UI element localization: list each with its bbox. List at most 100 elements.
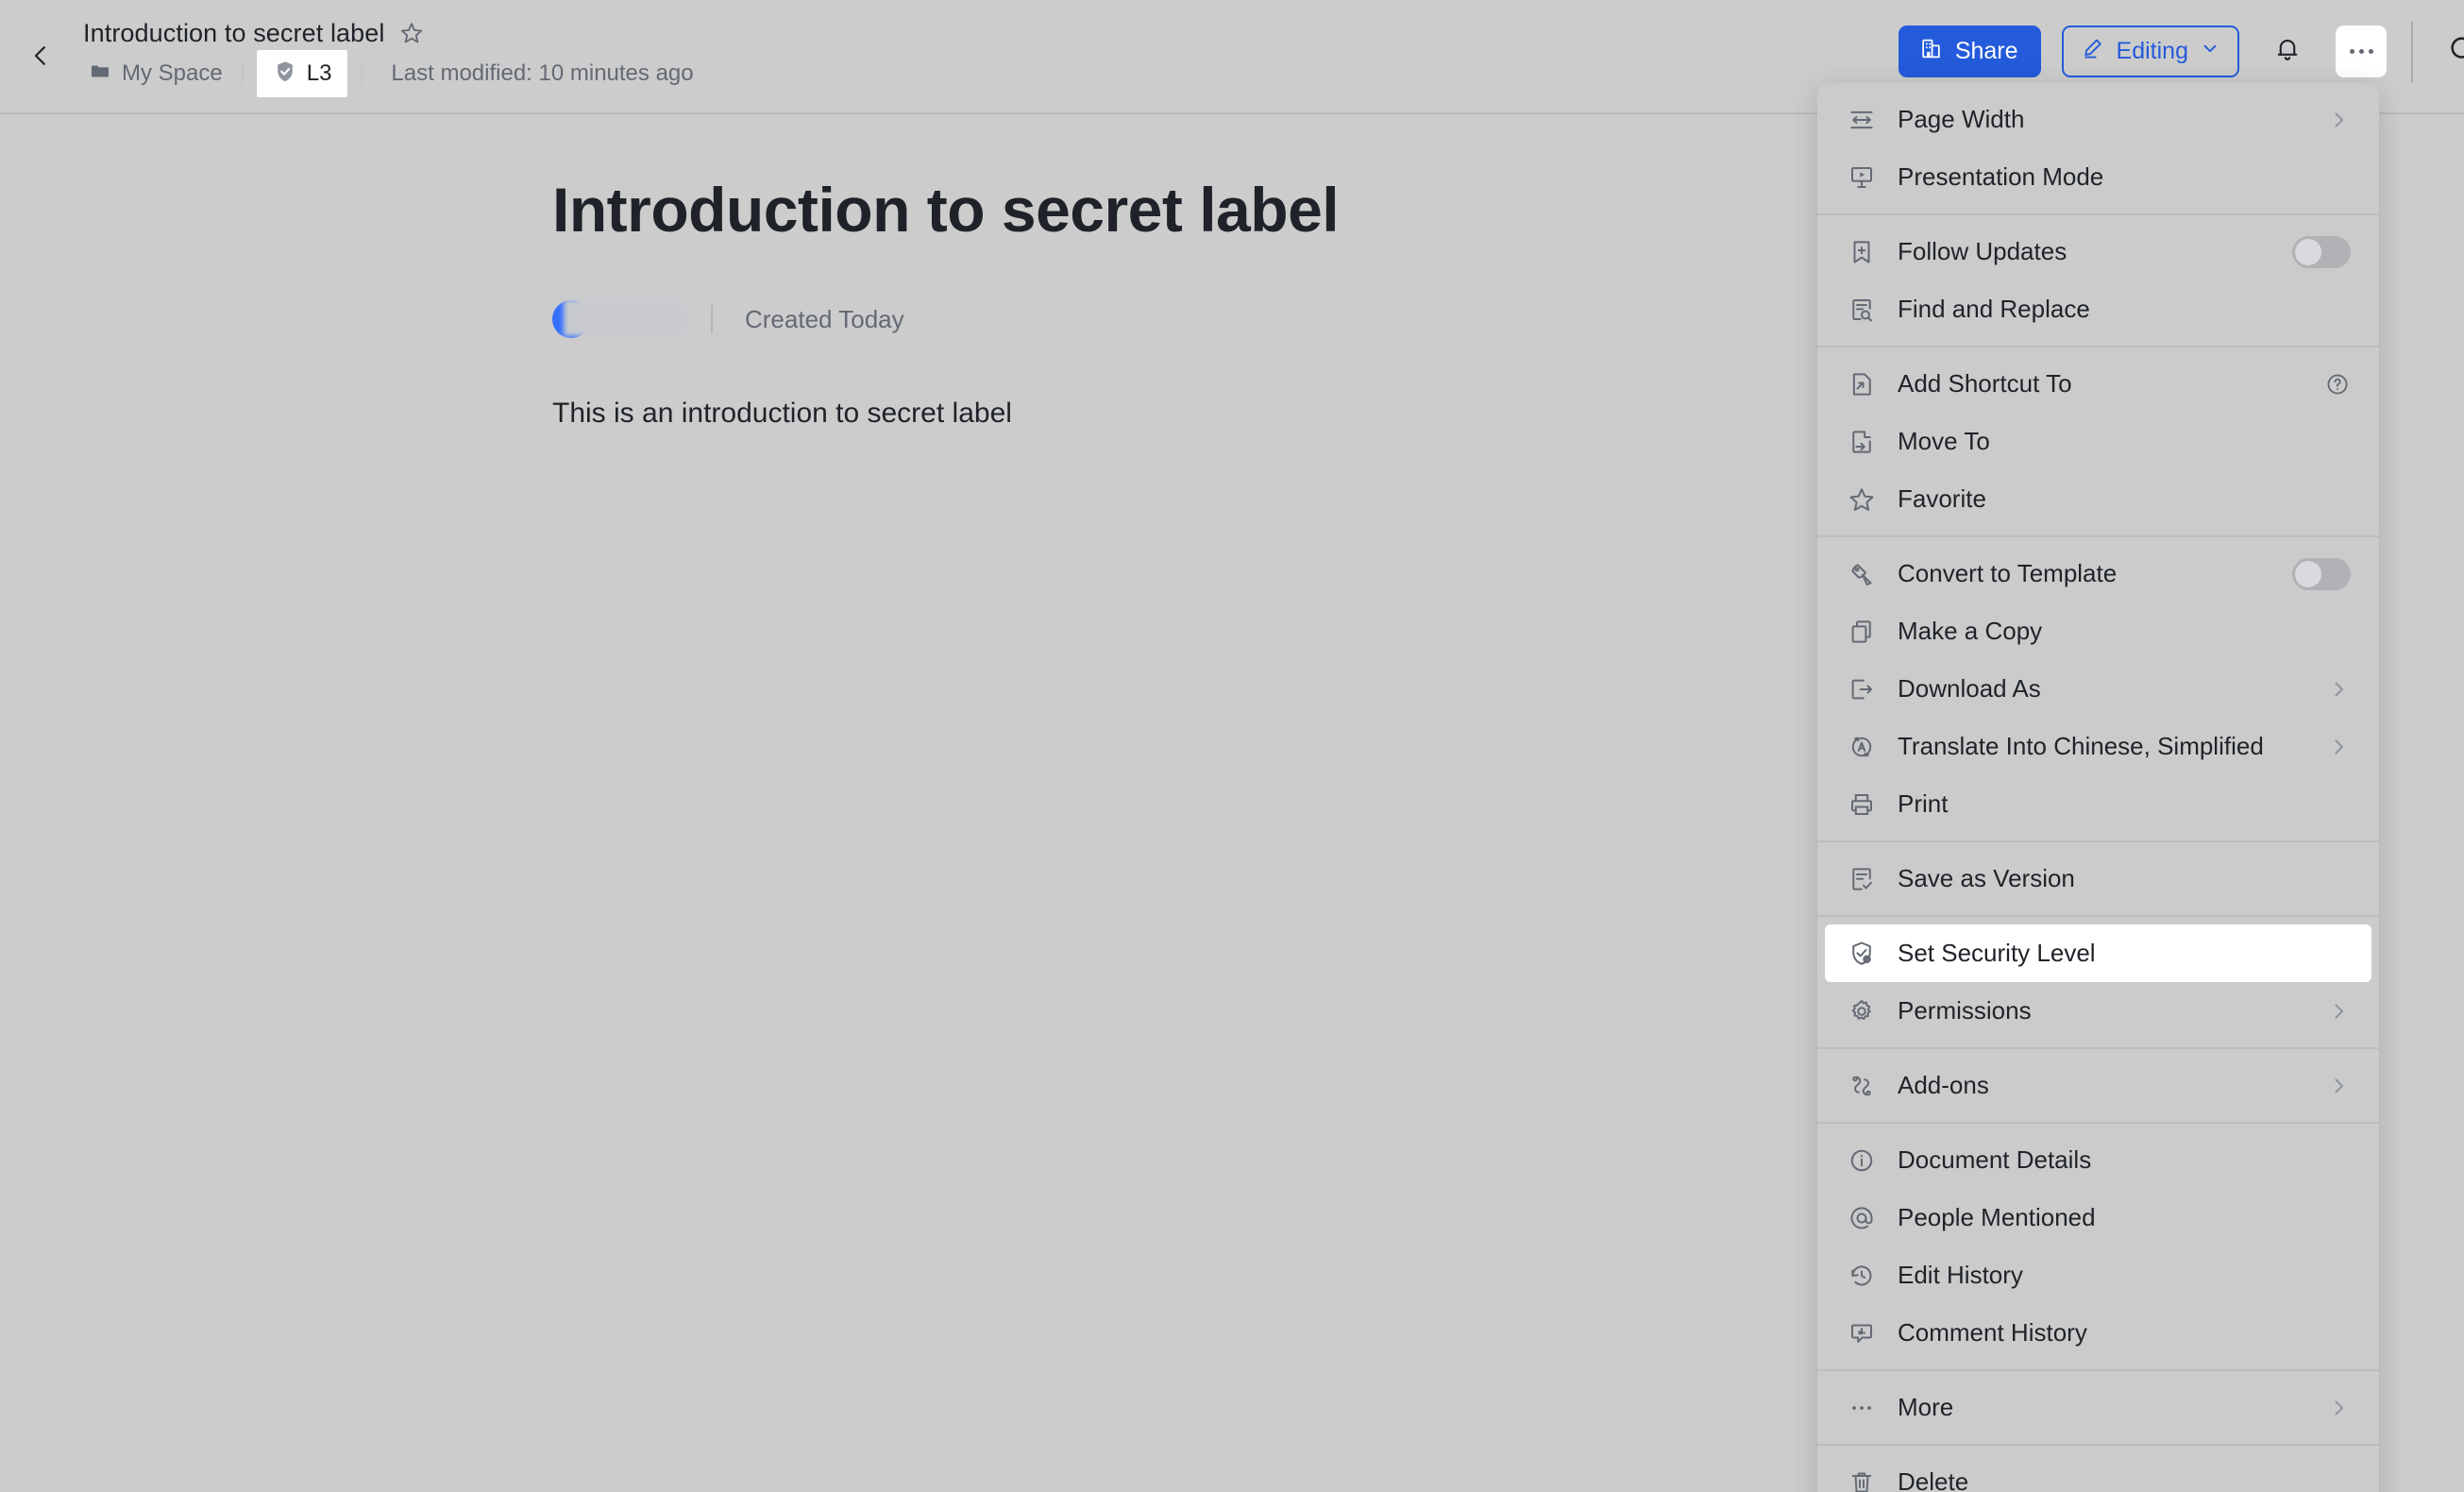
document-heading[interactable]: Introduction to secret label xyxy=(552,173,1780,247)
editing-mode-button[interactable]: Editing xyxy=(2061,25,2239,77)
menu-item-add-ons[interactable]: Add-ons xyxy=(1825,1057,2371,1114)
history-icon xyxy=(1846,1260,1878,1292)
chevron-right-icon xyxy=(2326,677,2351,702)
print-icon xyxy=(1846,788,1878,821)
back-button[interactable] xyxy=(16,31,65,80)
menu-item-label: Convert to Template xyxy=(1898,559,2118,587)
menu-item-save-as-version[interactable]: Save as Version xyxy=(1825,850,2371,907)
at-icon xyxy=(1846,1202,1878,1234)
menu-item-label: Add-ons xyxy=(1898,1071,1989,1099)
copy-icon xyxy=(1846,616,1878,648)
menu-item-label: Download As xyxy=(1898,674,2041,703)
menu-item-favorite[interactable]: Favorite xyxy=(1825,470,2371,528)
menu-item-label: Add Shortcut To xyxy=(1898,369,2072,398)
menu-item-label: Page Width xyxy=(1898,105,2025,133)
notifications-button[interactable] xyxy=(2262,25,2313,77)
presentation-icon xyxy=(1846,161,1878,194)
menu-item-download-as[interactable]: Download As xyxy=(1825,660,2371,718)
menu-item-label: Comment History xyxy=(1898,1318,2087,1347)
document-options-menu[interactable]: Page Width Presentation Mode Follow Upda… xyxy=(1817,83,2379,1492)
menu-item-page-width[interactable]: Page Width xyxy=(1825,91,2371,148)
toggle-switch[interactable] xyxy=(2292,557,2351,590)
meta-divider-3 xyxy=(711,305,713,334)
share-button-label: Share xyxy=(1954,38,2018,64)
menu-group: Follow Updates Find and Replace xyxy=(1817,213,2379,346)
meta-divider-1 xyxy=(241,61,244,86)
menu-item-label: Move To xyxy=(1898,427,1990,455)
app-window: Introduction to secret label My Space L3… xyxy=(0,0,2464,1492)
space-name-label: My Space xyxy=(122,60,223,86)
header-title-block: Introduction to secret label My Space L3… xyxy=(83,13,694,97)
menu-item-label: Translate Into Chinese, Simplified xyxy=(1898,732,2264,760)
menu-item-label: People Mentioned xyxy=(1898,1203,2096,1231)
help-circle-icon xyxy=(2324,371,2351,398)
info-icon xyxy=(1846,1144,1878,1177)
menu-group: Convert to Template Make a Copy Download… xyxy=(1817,535,2379,840)
document-paragraph[interactable]: This is an introduction to secret label xyxy=(552,391,1780,436)
comment-history-icon xyxy=(1846,1317,1878,1349)
menu-item-translate-into-chinese-simplified[interactable]: Translate Into Chinese, Simplified xyxy=(1825,718,2371,775)
menu-group: Delete xyxy=(1817,1444,2379,1492)
menu-item-convert-to-template[interactable]: Convert to Template xyxy=(1825,545,2371,602)
toggle-switch[interactable] xyxy=(2292,235,2351,268)
more-options-button[interactable] xyxy=(2336,25,2387,77)
menu-group: Add-ons xyxy=(1817,1047,2379,1122)
menu-item-label: Save as Version xyxy=(1898,864,2075,892)
menu-item-find-and-replace[interactable]: Find and Replace xyxy=(1825,280,2371,338)
menu-item-label: Make a Copy xyxy=(1898,617,2043,645)
organization-icon xyxy=(1919,37,1943,67)
space-breadcrumb[interactable]: My Space xyxy=(83,56,228,92)
translate-icon xyxy=(1846,731,1878,763)
chevron-right-icon xyxy=(2326,1396,2351,1420)
menu-item-label: Find and Replace xyxy=(1898,295,2090,323)
chevron-down-icon xyxy=(2200,38,2220,65)
security-level-label: L3 xyxy=(306,60,332,86)
chevron-right-icon xyxy=(2326,999,2351,1024)
menu-item-permissions[interactable]: Permissions xyxy=(1825,982,2371,1040)
menu-item-label: Document Details xyxy=(1898,1145,2092,1174)
security-level-badge[interactable]: L3 xyxy=(256,50,348,97)
menu-item-more[interactable]: More xyxy=(1825,1379,2371,1436)
menu-group: More xyxy=(1817,1369,2379,1444)
menu-group: Set Security Level Permissions xyxy=(1817,915,2379,1047)
chevron-right-icon xyxy=(2326,108,2351,132)
template-icon xyxy=(1846,558,1878,590)
menu-item-move-to[interactable]: Move To xyxy=(1825,413,2371,470)
menu-item-label: Set Security Level xyxy=(1898,939,2096,967)
page-width-icon xyxy=(1846,104,1878,136)
menu-item-print[interactable]: Print xyxy=(1825,775,2371,833)
gear-icon xyxy=(1846,995,1878,1027)
move-to-icon xyxy=(1846,426,1878,458)
menu-item-set-security-level[interactable]: Set Security Level xyxy=(1825,924,2371,982)
favorite-star-icon[interactable] xyxy=(397,19,426,47)
menu-group: Add Shortcut To Move To Favorite xyxy=(1817,346,2379,535)
page-title: Introduction to secret label xyxy=(83,18,385,47)
menu-item-presentation-mode[interactable]: Presentation Mode xyxy=(1825,148,2371,206)
shield-check-icon xyxy=(273,59,297,89)
menu-item-comment-history[interactable]: Comment History xyxy=(1825,1304,2371,1362)
shortcut-icon xyxy=(1846,368,1878,400)
trash-icon xyxy=(1846,1467,1878,1492)
menu-item-label: Edit History xyxy=(1898,1261,2023,1289)
menu-item-label: More xyxy=(1898,1393,1954,1421)
download-icon xyxy=(1846,673,1878,705)
save-version-icon xyxy=(1846,863,1878,895)
menu-item-follow-updates[interactable]: Follow Updates xyxy=(1825,223,2371,280)
menu-item-label: Print xyxy=(1898,789,1949,818)
search-button[interactable] xyxy=(2438,25,2464,77)
dots-icon xyxy=(1846,1392,1878,1424)
menu-item-make-a-copy[interactable]: Make a Copy xyxy=(1825,602,2371,660)
menu-item-people-mentioned[interactable]: People Mentioned xyxy=(1825,1189,2371,1246)
share-button[interactable]: Share xyxy=(1898,25,2041,77)
menu-group: Document Details People Mentioned Edit H… xyxy=(1817,1122,2379,1369)
star-icon xyxy=(1846,483,1878,516)
menu-item-document-details[interactable]: Document Details xyxy=(1825,1131,2371,1189)
menu-item-edit-history[interactable]: Edit History xyxy=(1825,1246,2371,1304)
document-content: Introduction to secret label Created Tod… xyxy=(552,173,1780,436)
chevron-right-icon xyxy=(2326,1074,2351,1098)
ellipsis-icon xyxy=(2349,49,2373,54)
menu-item-add-shortcut-to[interactable]: Add Shortcut To xyxy=(1825,355,2371,413)
menu-item-delete[interactable]: Delete xyxy=(1825,1453,2371,1492)
search-icon xyxy=(2447,33,2464,70)
menu-item-label: Follow Updates xyxy=(1898,237,2067,265)
